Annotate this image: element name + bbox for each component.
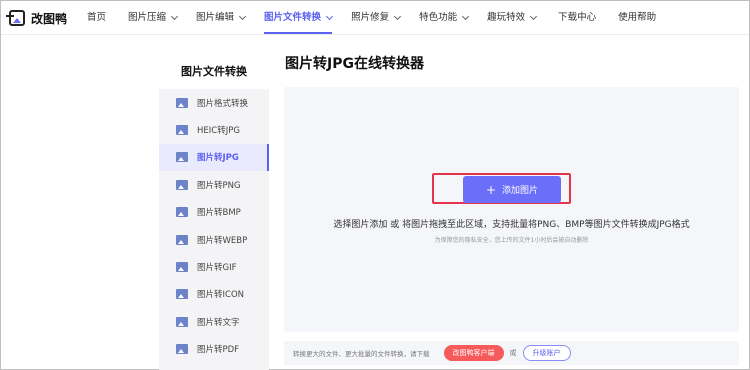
image-icon <box>176 234 188 245</box>
sidebar-item-label: HEIC转JPG <box>197 126 240 137</box>
nav-label: 下载中心 <box>558 12 597 23</box>
bottom-bar: 转换更大的文件、更大批量的文件转换，请下载 改图鸭客户端 或 升级账户 <box>284 341 739 365</box>
nav-item-home[interactable]: 首页 <box>87 1 106 35</box>
or-text: 或 <box>509 349 517 357</box>
nav-item-edit[interactable]: 图片编辑 <box>196 1 247 35</box>
nav-label: 趣玩特效 <box>487 12 526 23</box>
image-icon <box>176 97 188 108</box>
sidebar-item-label: 图片转PDF <box>197 345 240 356</box>
chevron-down-icon <box>462 12 470 21</box>
sidebar-item-to-png[interactable]: 图片转PNG <box>159 171 269 198</box>
chevron-down-icon <box>394 12 402 21</box>
download-client-button[interactable]: 改图鸭客户端 <box>443 345 504 361</box>
nav-label: 图片压缩 <box>128 12 167 23</box>
chevron-down-icon <box>326 12 334 21</box>
nav-item-repair[interactable]: 照片修复 <box>351 1 402 35</box>
chevron-down-icon <box>239 12 247 21</box>
nav-label: 照片修复 <box>351 12 390 23</box>
image-icon <box>176 344 188 355</box>
page-title: 图片转JPG在线转换器 <box>285 56 424 72</box>
nav-item-download[interactable]: 下载中心 <box>558 1 596 35</box>
image-icon <box>176 262 188 273</box>
sidebar-item-format-convert[interactable]: 图片格式转换 <box>159 89 269 116</box>
add-image-button[interactable]: + 添加图片 <box>463 176 561 203</box>
nav-item-help[interactable]: 使用帮助 <box>618 1 656 35</box>
sidebar-item-label: 图片转PNG <box>197 180 241 191</box>
add-image-label: 添加图片 <box>502 186 539 196</box>
app-name: 改图鸭 <box>31 11 68 26</box>
sidebar-item-label: 图片转文字 <box>197 317 240 328</box>
sidebar-item-to-gif[interactable]: 图片转GIF <box>159 253 269 280</box>
nav-label: 首页 <box>87 12 107 23</box>
sidebar-item-to-icon[interactable]: 图片转ICON <box>159 281 269 308</box>
sidebar-item-to-pdf[interactable]: 图片转PDF <box>159 336 269 363</box>
sidebar-item-to-text[interactable]: 图片转文字 <box>159 308 269 335</box>
sidebar-item-to-bmp[interactable]: 图片转BMP <box>159 199 269 226</box>
sidebar-title: 图片文件转换 <box>181 65 247 78</box>
chevron-down-icon <box>170 12 179 21</box>
sidebar-item-label: 图片格式转换 <box>197 98 249 109</box>
chevron-down-icon <box>530 12 538 21</box>
sidebar-item-label: 图片转WEBP <box>197 235 248 246</box>
sidebar: 图片格式转换 HEIC转JPG 图片转JPG 图片转PNG 图片转BMP 图片转… <box>159 89 269 370</box>
nav-label: 使用帮助 <box>618 12 657 23</box>
image-icon <box>176 289 188 300</box>
image-icon <box>176 152 188 163</box>
privacy-note: 为保障您的隐私安全，您上传的文件1小时后会被自动删除 <box>434 237 589 244</box>
sidebar-item-to-webp[interactable]: 图片转WEBP <box>159 226 269 253</box>
sidebar-item-label: 图片转GIF <box>197 263 237 274</box>
sidebar-item-heic-jpg[interactable]: HEIC转JPG <box>159 116 269 143</box>
upgrade-account-button[interactable]: 升级账户 <box>522 345 571 361</box>
nav-item-effects[interactable]: 趣玩特效 <box>487 1 538 35</box>
upload-dropzone[interactable] <box>284 87 739 332</box>
nav-item-compress[interactable]: 图片压缩 <box>128 1 179 35</box>
top-navbar: 改图鸭 首页 图片压缩 图片编辑 图片文件转换 照片修复 特色功能 趣玩特效 下… <box>1 1 749 35</box>
sidebar-item-to-jpg[interactable]: 图片转JPG <box>159 143 269 172</box>
nav-label: 特色功能 <box>419 12 458 23</box>
image-icon <box>176 207 188 218</box>
image-icon <box>176 179 188 190</box>
upload-description: 选择图片添加 或 将图片拖拽至此区域，支持批量将PNG、BMP等图片文件转换成J… <box>333 220 690 230</box>
image-icon <box>176 125 188 136</box>
bottom-text: 转换更大的文件、更大批量的文件转换，请下载 <box>293 350 430 358</box>
nav-item-convert[interactable]: 图片文件转换 <box>264 1 334 35</box>
sidebar-item-label: 图片转BMP <box>197 208 241 219</box>
plus-icon: + <box>485 182 497 197</box>
logo-icon <box>6 10 25 26</box>
nav-label: 图片文件转换 <box>264 12 322 23</box>
main-nav: 首页 图片压缩 图片编辑 图片文件转换 照片修复 特色功能 趣玩特效 下载中心 <box>87 1 656 35</box>
image-icon <box>176 316 188 327</box>
sidebar-item-label: 图片转ICON <box>197 290 244 301</box>
logo[interactable]: 改图鸭 <box>6 8 68 28</box>
nav-label: 图片编辑 <box>196 12 235 23</box>
nav-item-features[interactable]: 特色功能 <box>419 1 470 35</box>
sidebar-item-label: 图片转JPG <box>197 153 239 164</box>
